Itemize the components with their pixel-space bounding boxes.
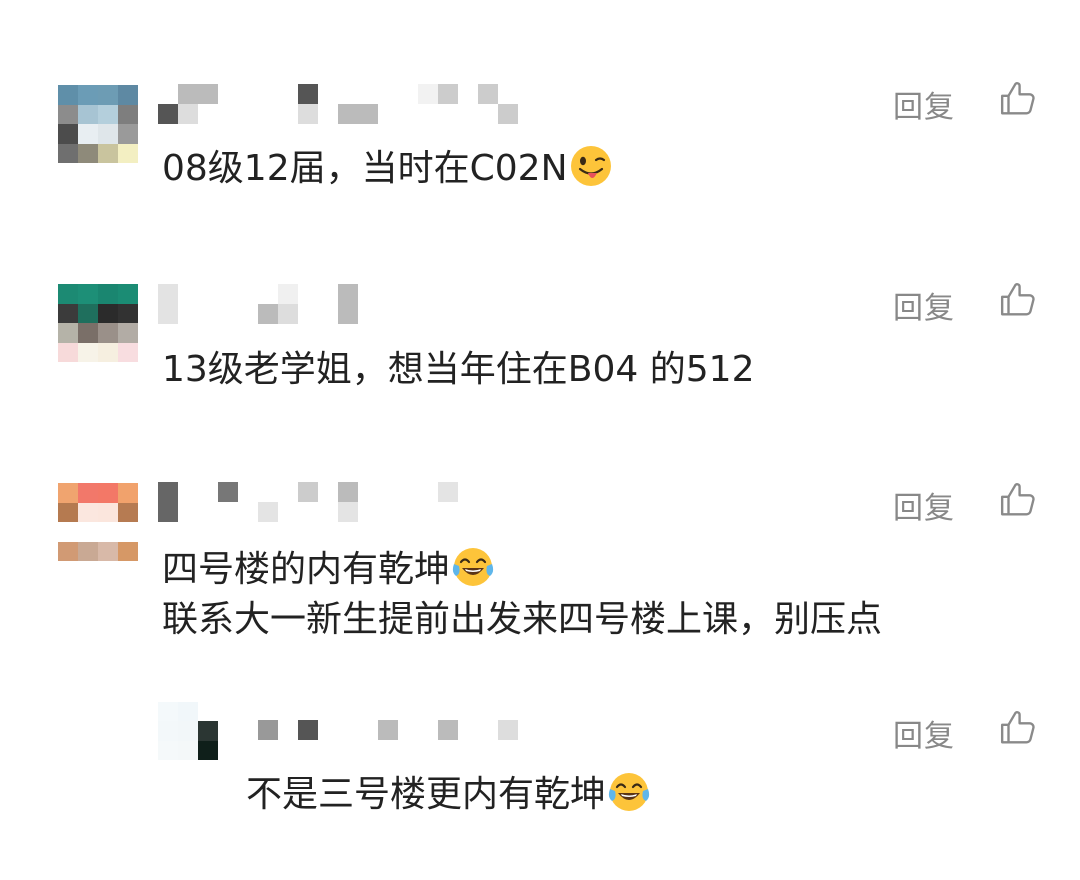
avatar[interactable] <box>58 85 138 163</box>
username-pixelated[interactable] <box>258 720 538 740</box>
reply-item: 回复 不是三号楼更内有乾坤 <box>0 690 1080 880</box>
tears-of-joy-emoji <box>452 548 494 586</box>
thumbs-up-icon[interactable] <box>999 709 1037 747</box>
tears-of-joy-emoji <box>608 773 650 811</box>
comment-text: 13级老学姐，想当年住在B04 的512 <box>162 349 755 390</box>
reply-button[interactable]: 回复 <box>893 283 955 327</box>
username-pixelated[interactable] <box>158 84 538 124</box>
winking-tongue-emoji <box>570 146 611 186</box>
reply-button[interactable]: 回复 <box>893 483 955 527</box>
comment-item: 回复 13级老学姐，想当年住在B04 的512 <box>0 240 1080 440</box>
reply-button[interactable]: 回复 <box>893 82 955 126</box>
avatar[interactable] <box>158 702 218 760</box>
reply-button[interactable]: 回复 <box>893 711 955 755</box>
avatar[interactable] <box>58 483 138 561</box>
thumbs-up-icon[interactable] <box>999 80 1037 118</box>
comment-text: 08级12届，当时在C02N <box>162 144 612 194</box>
comment-text-line-2: 联系大一新生提前出发来四号楼上课，别压点 <box>162 599 883 640</box>
comment-list: 回复 08级12届，当时在C02N 回复 13级老学姐，想当年住在B04 的51… <box>0 0 1080 880</box>
avatar[interactable] <box>58 284 138 362</box>
thumbs-up-icon[interactable] <box>999 481 1037 519</box>
thumbs-up-icon[interactable] <box>999 281 1037 319</box>
comment-text-line-1: 四号楼的内有乾坤 <box>162 549 451 590</box>
comment-text: 四号楼的内有乾坤 联系大一新生提前出发来四号楼上课，别压点 <box>162 545 882 645</box>
comment-item: 回复 08级12届，当时在C02N <box>0 0 1080 240</box>
username-pixelated[interactable] <box>158 284 378 324</box>
comment-text: 不是三号楼更内有乾坤 <box>246 770 650 820</box>
comment-item: 回复 四号楼的内有乾坤 联系大一新生提前出发来四号楼上课，别压点 <box>0 440 1080 690</box>
username-pixelated[interactable] <box>158 482 478 522</box>
